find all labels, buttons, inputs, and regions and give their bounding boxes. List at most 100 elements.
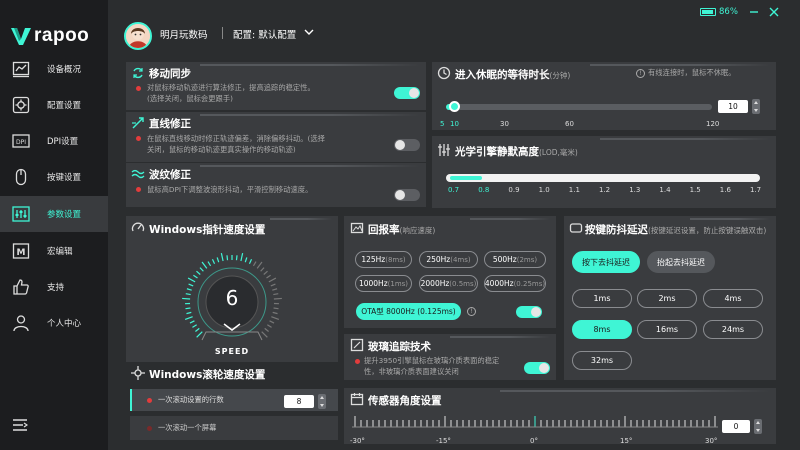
dial-tick bbox=[256, 261, 263, 269]
dial-tick bbox=[264, 327, 269, 332]
sensor-angle-stepper[interactable] bbox=[754, 419, 762, 434]
release-debounce-tab[interactable]: 抬起去抖延迟 bbox=[647, 251, 715, 273]
sensor-angle-input[interactable]: 0 bbox=[722, 420, 750, 433]
angle-tick: -15° bbox=[436, 437, 451, 445]
sidebar-item-parameter-settings[interactable]: 参数设置 bbox=[0, 196, 108, 232]
panel-header-strip bbox=[470, 218, 550, 220]
scroll-lines-input[interactable]: 8 bbox=[284, 395, 314, 408]
key-button-icon bbox=[569, 223, 583, 233]
panel-header-strip bbox=[200, 64, 420, 66]
debounce-option-8ms[interactable]: 8ms bbox=[572, 320, 632, 339]
polling-option-125[interactable]: 125Hz (8ms) bbox=[355, 251, 412, 268]
close-icon[interactable] bbox=[768, 6, 780, 18]
chart-icon bbox=[12, 61, 30, 78]
debounce-option-2ms[interactable]: 2ms bbox=[637, 289, 697, 308]
sidebar-item-config-settings[interactable]: 配置设置 bbox=[0, 87, 108, 123]
sensor-angle-title: 传感器角度设置 bbox=[368, 395, 442, 407]
debounce-option-32ms[interactable]: 32ms bbox=[572, 351, 632, 370]
sidebar-item-button-settings[interactable]: 按键设置 bbox=[0, 159, 108, 195]
sleep-value-input[interactable]: 10 bbox=[718, 100, 748, 113]
sleep-title: 进入休眠的等待时长(分钟) bbox=[455, 69, 571, 81]
press-debounce-tab[interactable]: 按下去抖延迟 bbox=[572, 251, 640, 273]
polling-option-250[interactable]: 250Hz (4ms) bbox=[419, 251, 478, 268]
polling-title: 回报率(响应速度) bbox=[368, 224, 436, 236]
dial-tick bbox=[263, 270, 268, 275]
sidebar-item-macro-editor[interactable]: M 宏编辑 bbox=[0, 233, 108, 269]
glass-icon bbox=[350, 338, 364, 352]
glass-desc: 提升3950引擎鼠标在玻璃介质表面的稳定性，非玻璃介质表面建议关闭 bbox=[364, 356, 500, 376]
avatar[interactable] bbox=[124, 22, 152, 50]
dial-tick bbox=[220, 253, 224, 262]
lod-tick: 1.7 bbox=[750, 186, 762, 194]
debounce-option-1ms[interactable]: 1ms bbox=[572, 289, 632, 308]
dial-tick bbox=[196, 331, 203, 338]
clock-icon bbox=[437, 66, 451, 80]
dial-tick bbox=[267, 324, 272, 328]
dial-tick bbox=[186, 311, 192, 315]
mobile-sync-toggle[interactable] bbox=[394, 87, 420, 99]
sidebar-item-device-overview[interactable]: 设备概况 bbox=[0, 51, 108, 87]
minimize-icon[interactable] bbox=[748, 6, 760, 18]
bullet-dot bbox=[136, 136, 141, 141]
ota-toggle[interactable] bbox=[516, 306, 542, 318]
scroll-lines-stepper[interactable] bbox=[318, 394, 326, 409]
polling-option-2000[interactable]: 2000Hz (0.5ms) bbox=[419, 275, 478, 292]
dial-tick bbox=[252, 261, 257, 267]
glass-toggle[interactable] bbox=[524, 362, 550, 374]
sleep-slider-track[interactable] bbox=[446, 104, 712, 110]
header-divider bbox=[222, 27, 223, 39]
thumbs-up-icon bbox=[13, 279, 29, 295]
rapoo-v-logo-icon bbox=[11, 28, 31, 45]
debounce-option-16ms[interactable]: 16ms bbox=[637, 320, 697, 339]
lod-slider-track[interactable] bbox=[446, 174, 760, 182]
ripple-toggle[interactable] bbox=[394, 189, 420, 201]
dial-tick bbox=[244, 257, 248, 263]
username: 明月玩数码 bbox=[160, 30, 208, 41]
polling-option-ota-8000[interactable]: OTA型 8000Hz (0.125ms) bbox=[356, 303, 461, 320]
dial-tick bbox=[271, 316, 280, 321]
angle-tick: -30° bbox=[350, 437, 365, 445]
dial-tick bbox=[261, 331, 268, 338]
ripple-wave-icon bbox=[131, 169, 145, 179]
dial-tick bbox=[193, 274, 198, 279]
info-icon: ! bbox=[467, 307, 476, 316]
info-icon: ! bbox=[636, 69, 645, 78]
sensor-angle-ruler[interactable] bbox=[352, 416, 718, 434]
lod-tick: 1.0 bbox=[538, 186, 550, 194]
dial-tick bbox=[269, 320, 275, 324]
straight-line-toggle[interactable] bbox=[394, 139, 420, 151]
dial-tick bbox=[216, 257, 220, 263]
sleep-slider-thumb[interactable] bbox=[449, 101, 460, 112]
pointer-speed-value: 6 bbox=[225, 286, 239, 310]
sleep-stepper[interactable] bbox=[752, 99, 760, 114]
lod-tick: 1.2 bbox=[599, 186, 611, 194]
sidebar-item-label: 参数设置 bbox=[47, 210, 82, 220]
scroll-screen-label: 一次滚动一个屏幕 bbox=[158, 423, 217, 432]
debounce-option-24ms[interactable]: 24ms bbox=[703, 320, 763, 339]
lod-tick: 1.4 bbox=[659, 186, 671, 194]
sliders-icon bbox=[12, 206, 30, 222]
straight-line-desc: 在鼠标直线移动时修正轨迹偏差，消除偏移抖动。(选择关闭，鼠标的移动轨迹更真实操作… bbox=[147, 134, 325, 154]
bullet-dot bbox=[355, 359, 360, 364]
radio-selected-dot[interactable] bbox=[147, 398, 152, 403]
sidebar-item-label: 配置设置 bbox=[47, 101, 82, 111]
polling-option-1000[interactable]: 1000Hz (1ms) bbox=[355, 275, 412, 292]
svg-text:DPI: DPI bbox=[16, 139, 26, 146]
battery-icon bbox=[700, 8, 716, 16]
polling-option-500[interactable]: 500Hz (2ms) bbox=[484, 251, 546, 268]
dial-tick bbox=[226, 255, 229, 261]
sidebar-item-personal-center[interactable]: 个人中心 bbox=[0, 305, 108, 341]
polling-option-4000[interactable]: 4000Hz (0.25ms) bbox=[484, 275, 546, 292]
radio-unselected-dot[interactable] bbox=[147, 426, 152, 431]
scroll-target-icon bbox=[131, 366, 145, 380]
config-selector-label[interactable]: 配置: 默认配置 bbox=[233, 27, 296, 41]
menu-collapse-icon[interactable] bbox=[12, 418, 28, 432]
sidebar-item-dpi-settings[interactable]: DPI DPI设置 bbox=[0, 123, 108, 159]
debounce-option-4ms[interactable]: 4ms bbox=[703, 289, 763, 308]
avatar-portrait-icon bbox=[126, 24, 150, 48]
angle-tick: 30° bbox=[705, 437, 718, 445]
speed-label: SPEED bbox=[214, 347, 250, 356]
panel-header-strip bbox=[270, 218, 332, 220]
sidebar-item-support[interactable]: 支持 bbox=[0, 269, 108, 305]
chevron-down-icon[interactable] bbox=[304, 28, 314, 36]
